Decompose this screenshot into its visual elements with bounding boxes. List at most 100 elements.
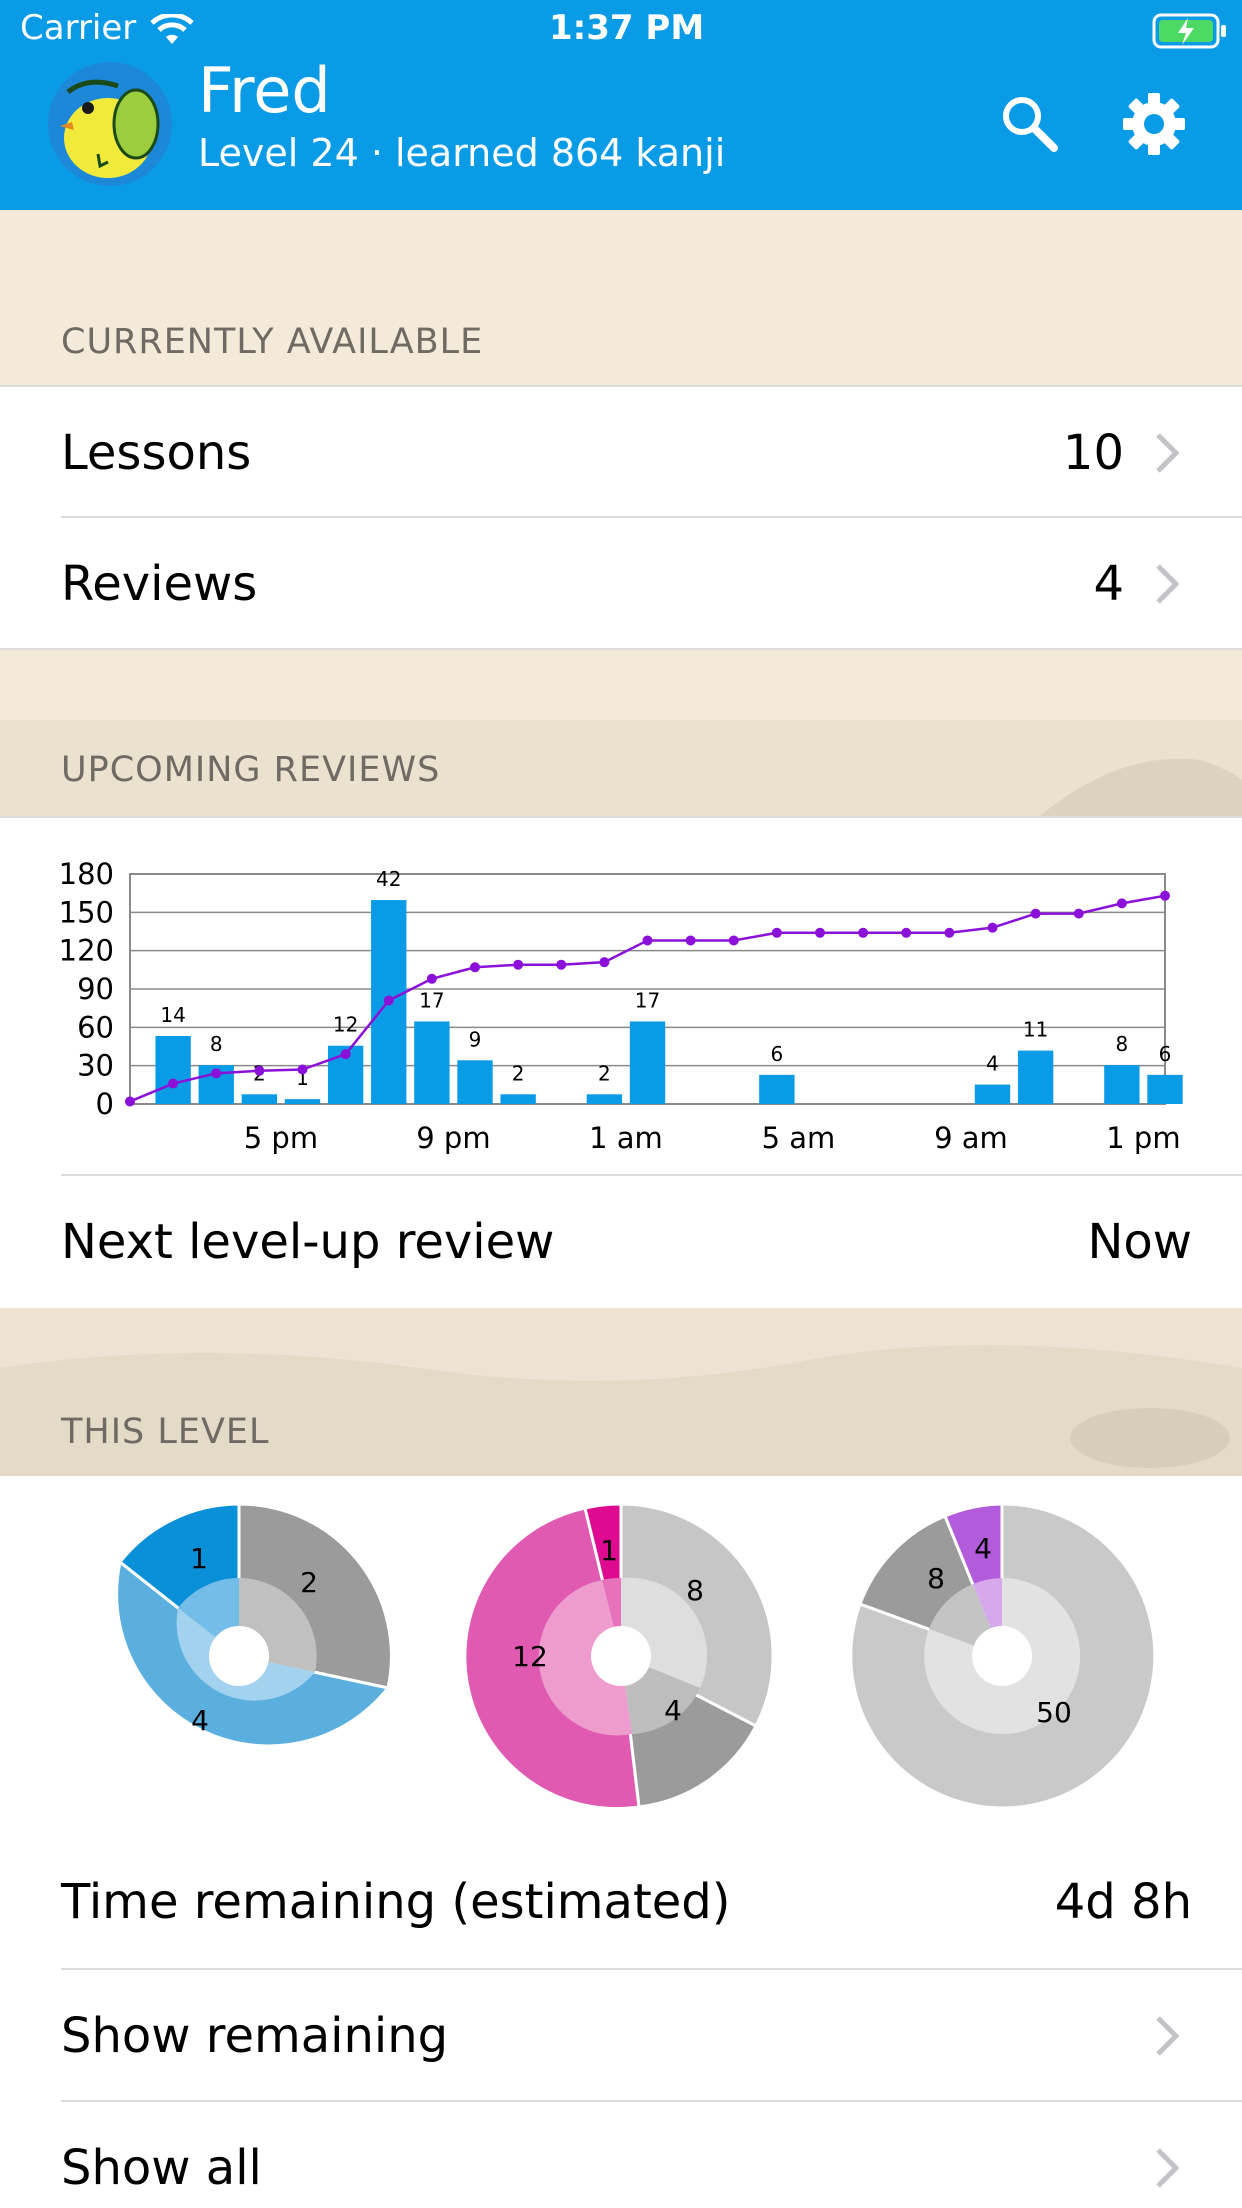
lessons-count: 10	[1062, 425, 1124, 481]
bar-value-label: 14	[160, 1003, 185, 1027]
currently-available-header: CURRENTLY AVAILABLE	[0, 210, 1242, 385]
chart-bar	[586, 1094, 623, 1104]
bar-value-label: 8	[1116, 1032, 1129, 1056]
pie-label: 4	[664, 1694, 682, 1727]
bar-value-label: 2	[598, 1061, 611, 1085]
chart-bar	[457, 1060, 493, 1104]
cumulative-point	[211, 1068, 222, 1079]
chevron-right-icon	[1156, 2148, 1180, 2188]
x-tick-label: 5 pm	[244, 1121, 318, 1155]
lessons-row[interactable]: Lessons 10	[0, 387, 1242, 519]
pie-label: 1	[190, 1542, 208, 1575]
cumulative-point	[771, 927, 782, 938]
chart-bar	[1147, 1074, 1183, 1104]
y-tick-label: 0	[96, 1087, 114, 1121]
chart-bar	[500, 1094, 536, 1104]
cumulative-point	[297, 1064, 308, 1075]
show-all-label: Show all	[61, 2140, 262, 2196]
cumulative-point	[858, 927, 869, 938]
show-remaining-label: Show remaining	[61, 2008, 449, 2064]
pie-label: 1	[600, 1534, 618, 1567]
cumulative-point	[1160, 890, 1170, 901]
cumulative-point	[556, 959, 567, 970]
y-tick-label: 180	[59, 857, 114, 891]
next-levelup-review-row[interactable]: Next level-up review Now	[0, 1176, 1242, 1308]
background-landscape-image	[0, 650, 1242, 816]
cumulative-point	[987, 922, 998, 933]
cumulative-point	[944, 927, 955, 938]
pie-label: 2	[300, 1566, 318, 1599]
section-title-currently-available: CURRENTLY AVAILABLE	[61, 322, 484, 362]
wifi-icon	[150, 14, 194, 44]
cumulative-point	[728, 935, 739, 946]
show-all-row[interactable]: Show all	[0, 2102, 1242, 2208]
bar-value-label: 42	[376, 867, 401, 891]
radicals-pie[interactable]: 1 2 4	[115, 1502, 393, 1748]
cumulative-point	[125, 1096, 135, 1107]
section-title-this-level: THIS LEVEL	[61, 1412, 270, 1452]
chart-bar	[241, 1094, 278, 1104]
section-title-upcoming-reviews: UPCOMING REVIEWS	[61, 750, 441, 790]
vocabulary-pie[interactable]: 4 8 50	[849, 1502, 1157, 1810]
cumulative-point	[1116, 898, 1127, 909]
status-time: 1:37 PM	[549, 8, 705, 48]
pie-label: 4	[191, 1704, 209, 1737]
show-remaining-row[interactable]: Show remaining	[0, 1970, 1242, 2102]
user-level-summary: Level 24 · learned 864 kanji	[198, 131, 726, 175]
chart-bar	[1017, 1050, 1054, 1104]
time-remaining-row: Time remaining (estimated) 4d 8h	[0, 1836, 1242, 1968]
user-name: Fred	[198, 54, 331, 127]
chart-bar	[155, 1036, 191, 1104]
reviews-label: Reviews	[61, 556, 258, 612]
chart-bar	[629, 1021, 666, 1104]
chart-bar	[284, 1099, 321, 1104]
time-remaining-label: Time remaining (estimated)	[61, 1874, 731, 1930]
reviews-count: 4	[1093, 556, 1124, 612]
cumulative-point	[340, 1049, 351, 1060]
chevron-right-icon	[1156, 2016, 1180, 2056]
cumulative-point	[815, 927, 825, 938]
bar-value-label: 6	[1159, 1042, 1172, 1066]
crabigator-avatar-icon	[48, 62, 172, 186]
cumulative-point	[599, 957, 610, 968]
upcoming-reviews-chart-panel: 180 150 120 90 60 30 0 5 pm 9 pm 1 am 5 am 9 am 1 pm…	[0, 818, 1242, 1174]
upcoming-reviews-chart[interactable]: 180 150 120 90 60 30 0 5 pm 9 pm 1 am 5 am 9 am 1 pm…	[0, 818, 1242, 1174]
cumulative-point	[513, 959, 524, 970]
avatar[interactable]	[48, 62, 172, 186]
time-remaining-value: 4d 8h	[1054, 1874, 1192, 1930]
chart-bar	[414, 1021, 450, 1104]
pie-label: 50	[1036, 1696, 1072, 1729]
x-tick-label: 5 am	[762, 1121, 836, 1155]
bar-value-label: 12	[333, 1013, 358, 1037]
level-pies: 1 2 4 1 8 12 4 4 8 50	[115, 1502, 1157, 1811]
reviews-row[interactable]: Reviews 4	[0, 518, 1242, 650]
pie-label: 12	[512, 1640, 548, 1673]
bar-value-label: 9	[469, 1027, 482, 1051]
x-tick-label: 1 am	[589, 1121, 663, 1155]
kanji-pie[interactable]: 1 8 12 4	[463, 1502, 775, 1811]
y-tick-label: 60	[77, 1010, 114, 1044]
chevron-right-icon	[1156, 433, 1180, 473]
app-header: Carrier 1:37 PM Fred Level 24 · learned …	[0, 0, 1242, 210]
cumulative-point	[901, 927, 912, 938]
pie-label: 4	[974, 1532, 992, 1565]
bar-value-label: 17	[419, 988, 444, 1012]
gear-icon[interactable]	[1122, 92, 1186, 156]
pie-label: 8	[927, 1562, 945, 1595]
next-levelup-value: Now	[1087, 1214, 1192, 1270]
y-tick-label: 90	[77, 972, 114, 1006]
bar-value-label: 4	[986, 1052, 999, 1076]
cumulative-point	[1030, 908, 1041, 919]
this-level-progress: 1 2 4 1 8 12 4 4 8 50	[0, 1476, 1242, 1832]
cumulative-point	[1073, 908, 1084, 919]
search-icon[interactable]	[1000, 94, 1060, 154]
bar-value-label: 17	[635, 988, 660, 1012]
cumulative-point	[254, 1065, 265, 1076]
bar-value-label: 2	[512, 1061, 525, 1085]
cumulative-point	[168, 1078, 179, 1089]
chart-bar	[759, 1074, 795, 1104]
cumulative-point	[383, 995, 394, 1006]
bar-value-label: 11	[1023, 1018, 1048, 1042]
this-level-header: THIS LEVEL	[0, 1308, 1242, 1476]
y-tick-label: 120	[59, 934, 114, 968]
